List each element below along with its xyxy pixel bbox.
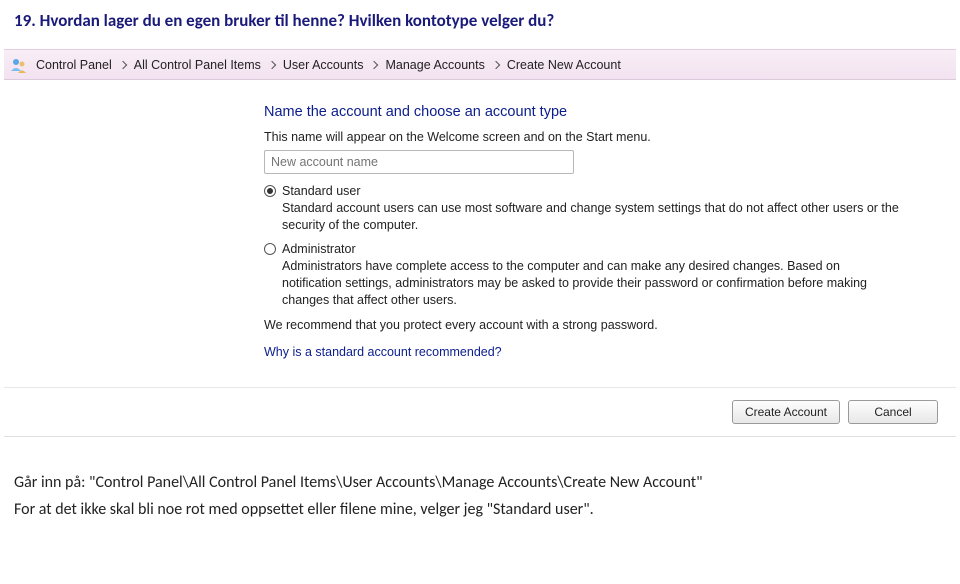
standard-user-description: Standard account users can use most soft… bbox=[282, 200, 900, 234]
answer-text: Går inn på: "Control Panel\All Control P… bbox=[0, 455, 960, 539]
create-account-button[interactable]: Create Account bbox=[732, 400, 840, 424]
breadcrumb-item-manage-accounts[interactable]: Manage Accounts bbox=[383, 58, 486, 72]
chevron-right-icon[interactable] bbox=[119, 60, 127, 68]
why-standard-link[interactable]: Why is a standard account recommended? bbox=[264, 345, 502, 359]
question-heading: 19. Hvordan lager du en egen bruker til … bbox=[0, 0, 960, 49]
administrator-description: Administrators have complete access to t… bbox=[282, 258, 900, 309]
password-recommendation: We recommend that you protect every acco… bbox=[264, 318, 956, 332]
breadcrumb-bar: Control Panel All Control Panel Items Us… bbox=[4, 50, 956, 80]
chevron-right-icon[interactable] bbox=[268, 60, 276, 68]
user-accounts-icon bbox=[10, 56, 28, 74]
cancel-button[interactable]: Cancel bbox=[848, 400, 938, 424]
account-name-input[interactable] bbox=[264, 150, 574, 174]
answer-line-2: For at det ikke skal bli noe rot med opp… bbox=[14, 498, 946, 523]
buttons-row: Create Account Cancel bbox=[4, 387, 956, 436]
radio-button-icon[interactable] bbox=[264, 185, 276, 197]
panel-title: Name the account and choose an account t… bbox=[264, 104, 956, 120]
radio-label-administrator: Administrator bbox=[282, 242, 356, 256]
screenshot-container: Control Panel All Control Panel Items Us… bbox=[4, 49, 956, 437]
radio-button-icon[interactable] bbox=[264, 243, 276, 255]
chevron-right-icon[interactable] bbox=[370, 60, 378, 68]
radio-administrator[interactable]: Administrator bbox=[264, 242, 956, 256]
panel-description: This name will appear on the Welcome scr… bbox=[264, 130, 956, 144]
radio-label-standard: Standard user bbox=[282, 184, 361, 198]
breadcrumb-item-control-panel[interactable]: Control Panel bbox=[34, 58, 114, 72]
panel-content: Name the account and choose an account t… bbox=[4, 80, 956, 387]
answer-line-1: Går inn på: "Control Panel\All Control P… bbox=[14, 471, 946, 496]
breadcrumb-item-user-accounts[interactable]: User Accounts bbox=[281, 58, 366, 72]
chevron-right-icon[interactable] bbox=[492, 60, 500, 68]
breadcrumb-item-create-new[interactable]: Create New Account bbox=[505, 58, 623, 72]
breadcrumb-item-all-items[interactable]: All Control Panel Items bbox=[132, 58, 263, 72]
radio-standard-user[interactable]: Standard user bbox=[264, 184, 956, 198]
